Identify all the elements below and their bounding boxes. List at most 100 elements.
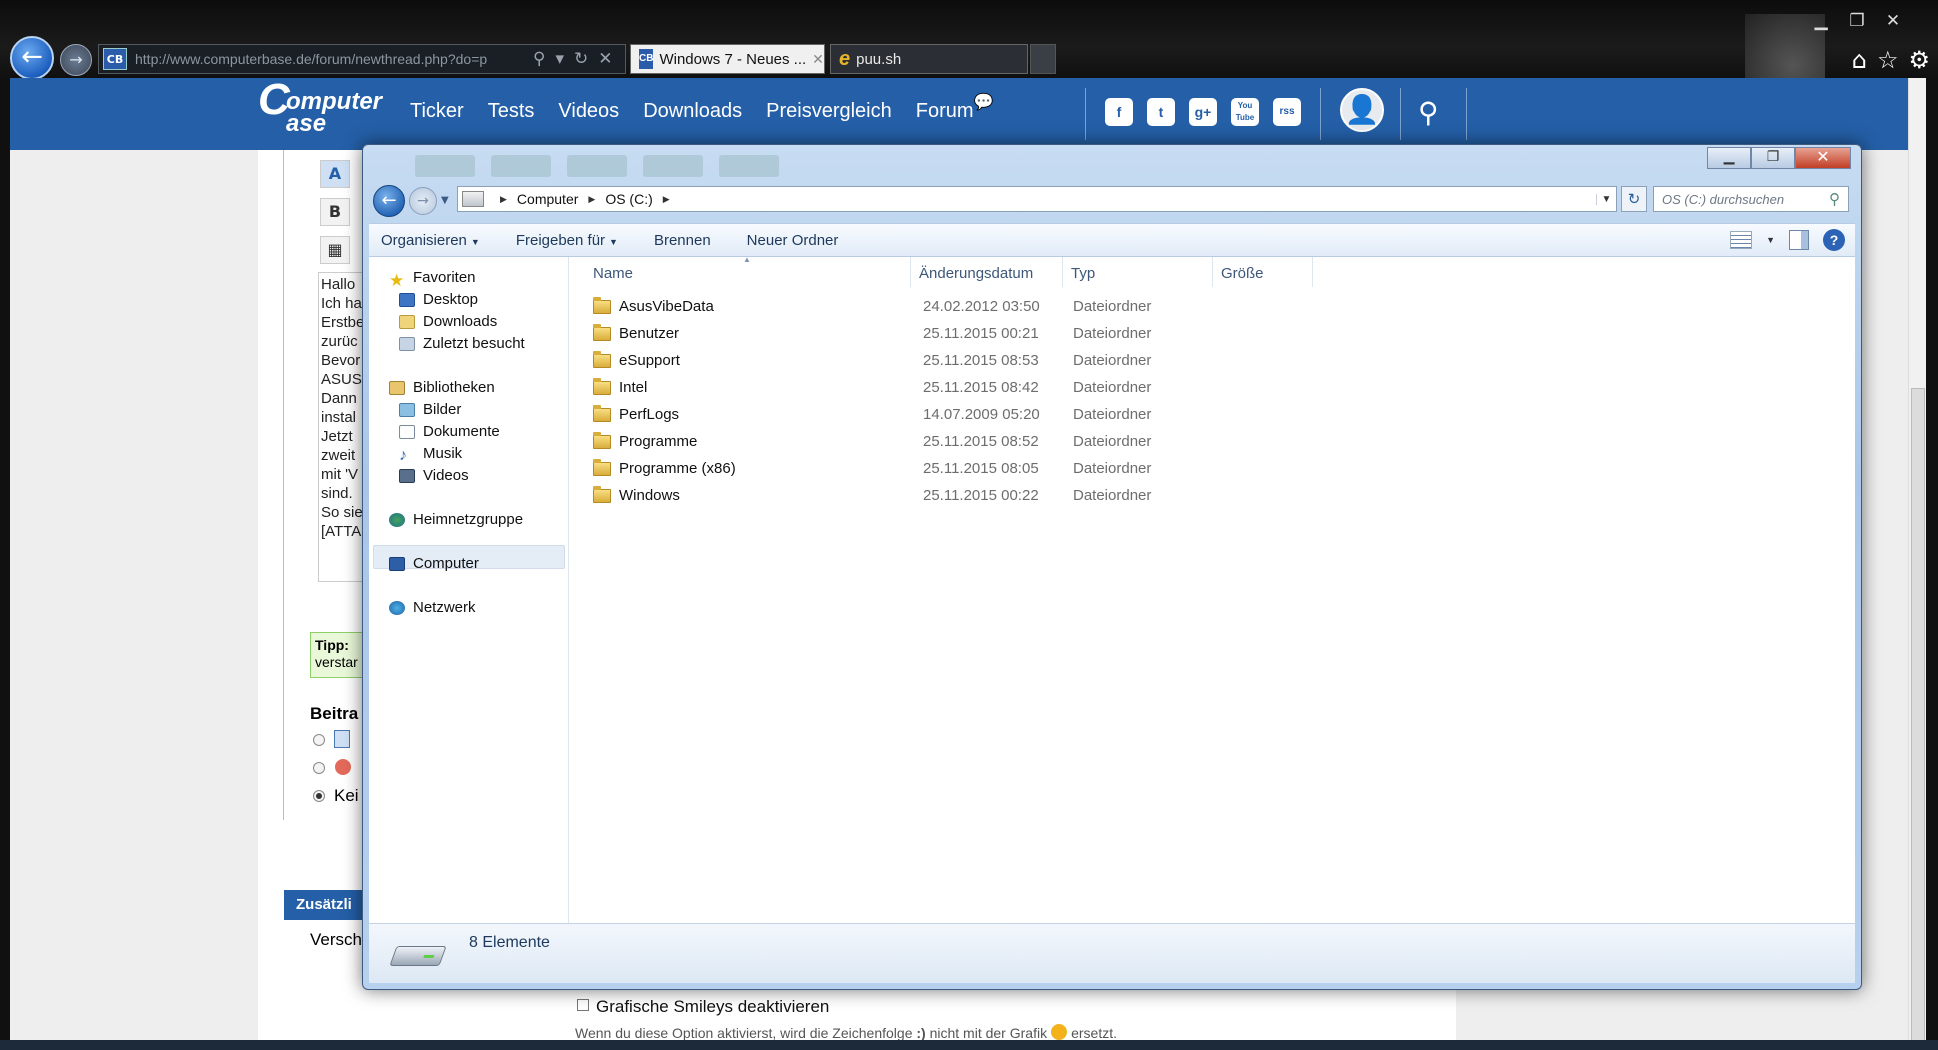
font-style-button[interactable]: A	[320, 160, 350, 188]
refresh-icon[interactable]: ↻	[574, 49, 588, 69]
item-count: 8 Elemente	[469, 934, 550, 951]
nav-downloads[interactable]: Downloads	[399, 313, 497, 330]
downloads-icon	[399, 314, 415, 329]
minimize-icon[interactable]: ▁	[1707, 147, 1751, 169]
icon-radio-document[interactable]	[313, 734, 325, 746]
tab-label: puu.sh	[856, 50, 902, 68]
youtube-icon[interactable]: You Tube	[1231, 98, 1259, 126]
organize-button[interactable]: Organisieren ▼	[381, 232, 480, 249]
folder-icon	[593, 323, 611, 341]
window-frame-left	[0, 78, 10, 1040]
change-view-icon[interactable]	[1730, 231, 1753, 249]
nav-favorites[interactable]: ★ Favoriten	[389, 269, 476, 290]
stop-icon[interactable]: ✕	[598, 49, 612, 69]
restore-icon[interactable]: ❐	[1842, 10, 1872, 32]
breadcrumb-computer[interactable]: Computer	[517, 191, 578, 207]
twitter-icon[interactable]: t	[1147, 98, 1175, 126]
nav-downloads[interactable]: Downloads	[643, 100, 742, 123]
new-folder-button[interactable]: Neuer Ordner	[747, 232, 839, 249]
main-nav: Ticker Tests Videos Downloads Preisvergl…	[410, 94, 994, 123]
scrollbar-thumb[interactable]	[1911, 388, 1925, 1050]
browser-back-button[interactable]: ←	[10, 36, 54, 80]
file-list-pane: ▲ Name Änderungsdatum Typ Größe AsusVibeD…	[569, 255, 1855, 923]
close-icon[interactable]: ✕	[1795, 147, 1851, 169]
chevron-right-icon[interactable]: ▶	[588, 194, 595, 205]
nav-computer[interactable]: Computer	[389, 555, 479, 572]
preview-pane-icon[interactable]	[1789, 230, 1809, 250]
column-size[interactable]: Größe	[1213, 257, 1313, 287]
tab-close-icon[interactable]: ✕	[812, 51, 824, 68]
search-input[interactable]: OS (C:) durchsuchen ⚲	[1653, 186, 1849, 212]
nav-tests[interactable]: Tests	[488, 100, 535, 123]
list-item[interactable]: AsusVibeData 24.02.2012 03:50 Dateiordner	[569, 293, 1329, 320]
chevron-right-icon[interactable]: ▶	[500, 194, 507, 205]
list-item[interactable]: PerfLogs 14.07.2009 05:20 Dateiordner	[569, 401, 1329, 428]
address-url[interactable]: http://www.computerbase.de/forum/newthre…	[135, 51, 527, 67]
refresh-button[interactable]: ↻	[1621, 186, 1647, 212]
list-item[interactable]: Programme (x86) 25.11.2015 08:05 Dateiordn…	[569, 455, 1329, 482]
navigation-pane: ★ Favoriten Desktop Downloads Zuletzt bes…	[369, 257, 569, 923]
forward-button[interactable]: →	[409, 187, 437, 215]
nav-preisvergleich[interactable]: Preisvergleich	[766, 100, 892, 123]
nav-network[interactable]: Netzwerk	[389, 599, 476, 616]
search-icon[interactable]: ⚲	[533, 49, 545, 69]
nav-ticker[interactable]: Ticker	[410, 100, 464, 123]
google-plus-icon[interactable]: g+	[1189, 98, 1217, 126]
facebook-icon[interactable]: f	[1105, 98, 1133, 126]
file-list: AsusVibeData 24.02.2012 03:50 Dateiordner …	[569, 293, 1329, 509]
close-icon[interactable]: ✕	[1878, 10, 1908, 32]
share-with-button[interactable]: Freigeben für ▼	[516, 232, 618, 249]
list-item[interactable]: Programme 25.11.2015 08:52 Dateiordner	[569, 428, 1329, 455]
dropdown-icon[interactable]: ▾	[555, 49, 564, 69]
back-button[interactable]: ←	[373, 185, 405, 217]
nav-pictures[interactable]: Bilder	[399, 401, 461, 418]
new-tab-button[interactable]	[1030, 44, 1056, 74]
table-button[interactable]: ▦	[320, 236, 350, 264]
bold-button[interactable]: B	[320, 198, 350, 226]
icon-radio-smiley[interactable]	[313, 762, 325, 774]
breadcrumb-os-c[interactable]: OS (C:)	[605, 191, 652, 207]
help-icon[interactable]: ?	[1823, 229, 1845, 251]
tab-computerbase[interactable]: CB Windows 7 - Neues ... ✕	[630, 44, 825, 74]
nav-homegroup[interactable]: Heimnetzgruppe	[389, 511, 523, 528]
list-item[interactable]: Windows 25.11.2015 00:22 Dateiordner	[569, 482, 1329, 509]
column-date[interactable]: Änderungsdatum	[911, 257, 1063, 287]
chevron-down-icon[interactable]: ▼	[1766, 235, 1775, 245]
search-icon[interactable]: ⚲	[1829, 190, 1840, 208]
column-name[interactable]: ▲ Name	[569, 255, 911, 287]
nav-desktop[interactable]: Desktop	[399, 291, 478, 308]
nav-music[interactable]: ♪ Musik	[399, 445, 462, 464]
chevron-down-icon[interactable]: ▼	[1596, 193, 1616, 205]
browser-forward-button[interactable]: →	[60, 44, 92, 76]
site-search-icon[interactable]: ⚲	[1418, 96, 1439, 129]
favorites-star-icon[interactable]: ☆	[1877, 46, 1899, 74]
address-bar[interactable]: CB http://www.computerbase.de/forum/newt…	[98, 44, 626, 74]
disable-smileys-checkbox[interactable]	[577, 999, 589, 1011]
message-textarea[interactable]: Hallo Ich ha Erstbe zurüc Bevor ASUS Dan…	[318, 272, 368, 582]
settings-gear-icon[interactable]: ⚙	[1908, 46, 1930, 74]
column-type[interactable]: Typ	[1063, 257, 1213, 287]
nav-forum[interactable]: Forum💬	[916, 94, 994, 123]
list-item[interactable]: eSupport 25.11.2015 08:53 Dateiordner	[569, 347, 1329, 374]
burn-button[interactable]: Brennen	[654, 232, 711, 249]
minimize-icon[interactable]: ▁	[1806, 10, 1836, 32]
nav-libraries[interactable]: Bibliotheken	[389, 379, 495, 396]
home-icon[interactable]: ⌂	[1852, 46, 1867, 74]
nav-documents[interactable]: Dokumente	[399, 423, 500, 440]
nav-recent-places[interactable]: Zuletzt besucht	[399, 335, 525, 352]
history-dropdown-icon[interactable]: ▼	[441, 195, 449, 206]
tab-puush[interactable]: e puu.sh	[830, 44, 1028, 74]
nav-videos[interactable]: Videos	[399, 467, 469, 484]
browser-scrollbar[interactable]	[1908, 78, 1926, 1050]
list-item[interactable]: Intel 25.11.2015 08:42 Dateiordner	[569, 374, 1329, 401]
page-margin-left	[10, 150, 258, 1040]
rss-icon[interactable]: rss	[1273, 98, 1301, 126]
nav-videos[interactable]: Videos	[558, 100, 619, 123]
icon-radio-none[interactable]	[313, 790, 325, 802]
chevron-right-icon[interactable]: ▶	[663, 194, 670, 205]
maximize-icon[interactable]: ❐	[1751, 147, 1795, 169]
list-item[interactable]: Benutzer 25.11.2015 00:21 Dateiordner	[569, 320, 1329, 347]
pictures-icon	[399, 402, 415, 417]
user-avatar[interactable]: 👤	[1340, 88, 1384, 132]
breadcrumb[interactable]: ▶ Computer ▶ OS (C:) ▶ ▼	[457, 186, 1617, 212]
